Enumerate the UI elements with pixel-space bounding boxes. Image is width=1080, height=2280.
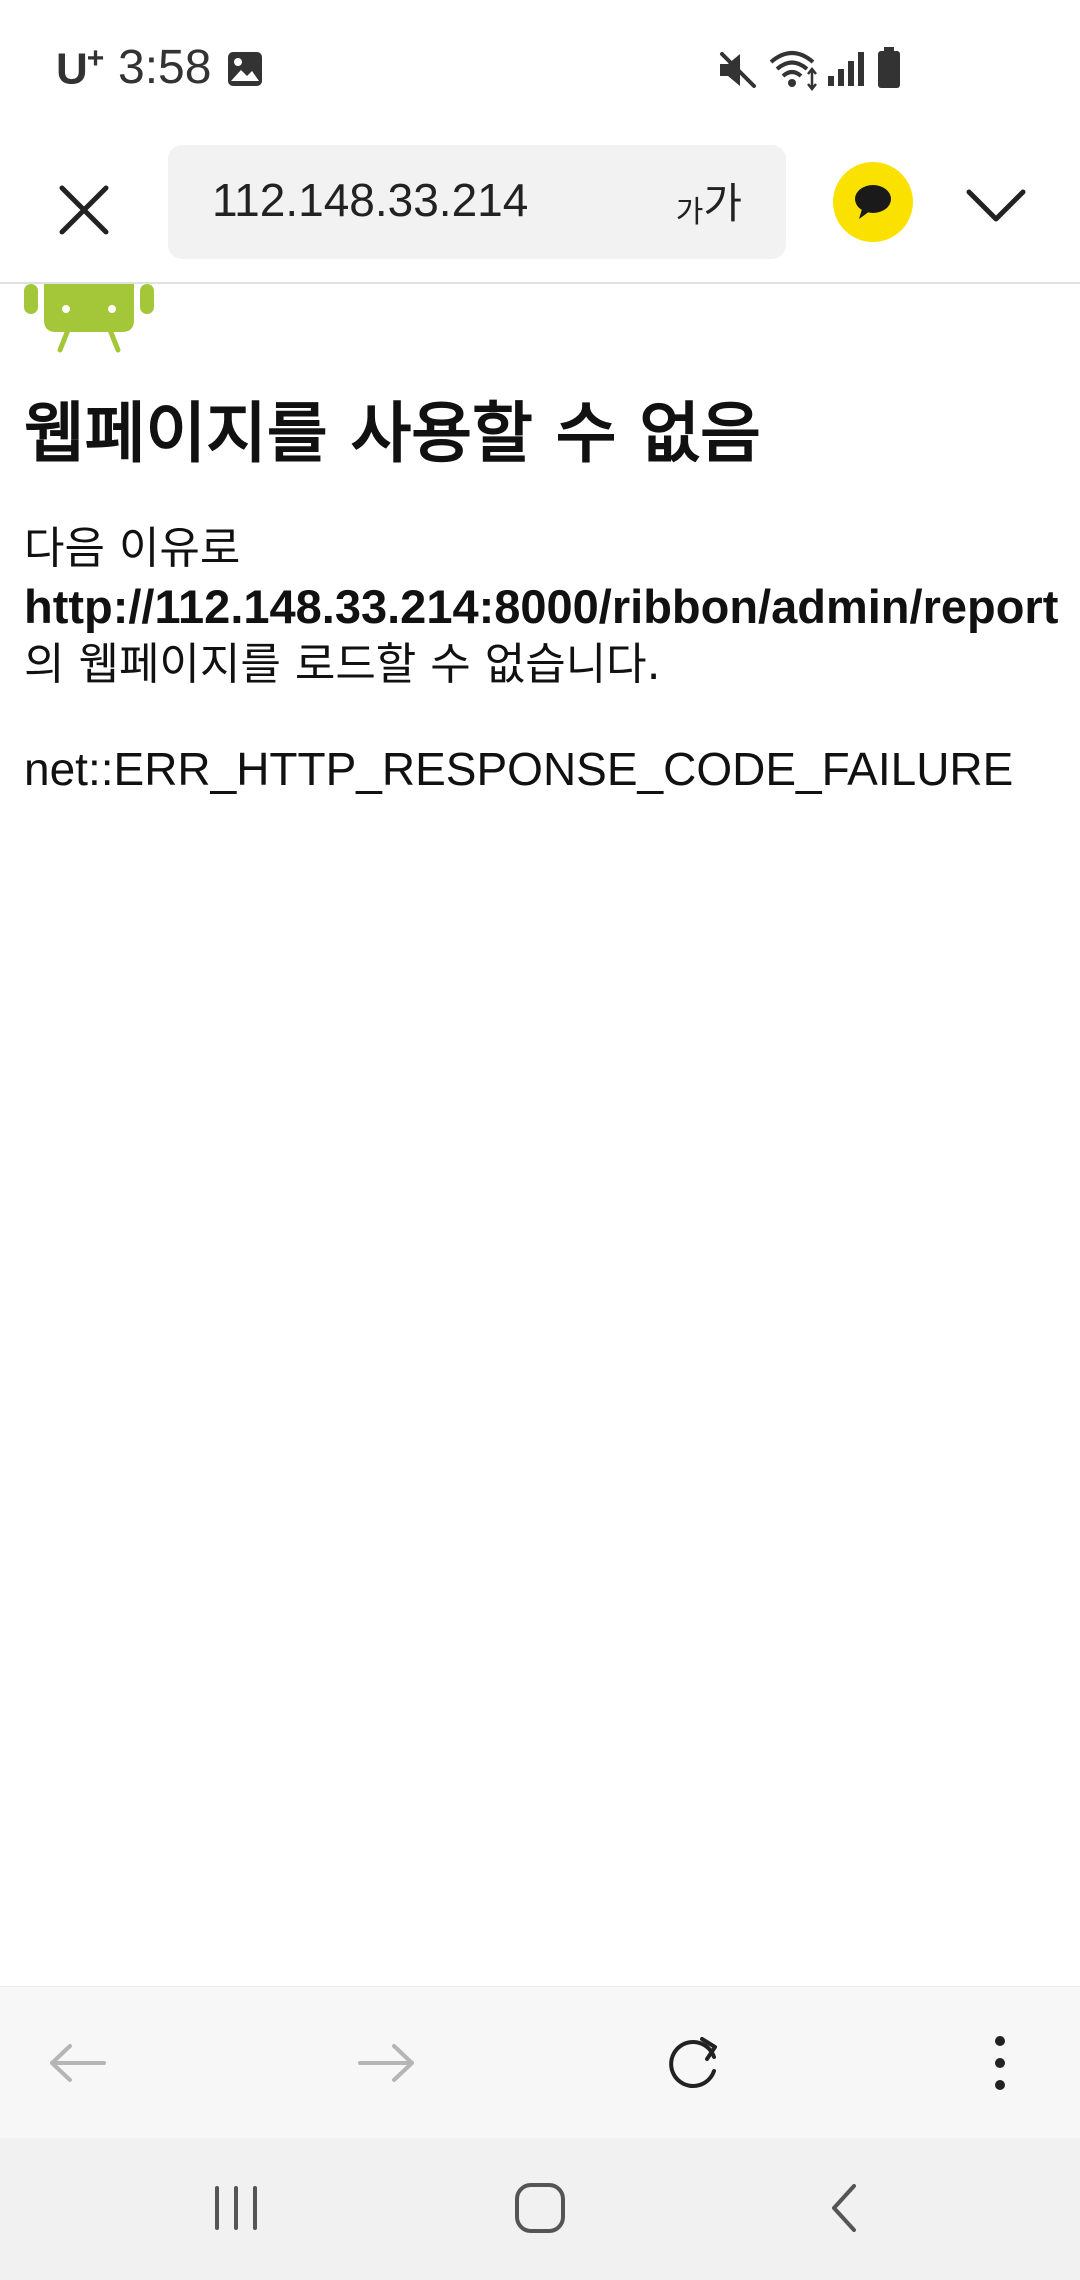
- recents-button[interactable]: [196, 2168, 276, 2248]
- browser-bottom-bar: [0, 1986, 1080, 2139]
- refresh-button[interactable]: [654, 2023, 734, 2103]
- browser-toolbar: 112.148.33.214 가가: [0, 140, 1080, 284]
- more-vert-icon: [995, 2036, 1005, 2090]
- page-content: 웹페이지를 사용할 수 없음 다음 이유로 http://112.148.33.…: [0, 284, 1080, 1986]
- more-options-button[interactable]: [960, 2023, 1040, 2103]
- url-text[interactable]: 112.148.33.214: [212, 173, 528, 227]
- wifi-icon: [769, 51, 817, 92]
- back-icon: [832, 2184, 856, 2232]
- home-icon: [515, 2183, 565, 2233]
- carrier-name: U: [56, 44, 88, 94]
- back-arrow-icon: [50, 2044, 106, 2082]
- system-back-button[interactable]: [804, 2168, 884, 2248]
- error-message: 의 웹페이지를 로드할 수 없습니다.: [24, 639, 661, 690]
- recents-icon: [215, 2186, 257, 2230]
- carrier-label: U+: [56, 42, 105, 95]
- close-button[interactable]: [44, 170, 124, 250]
- error-code: net::ERR_HTTP_RESPONSE_CODE_FAILURE: [24, 743, 1014, 795]
- speech-bubble-icon: [855, 185, 891, 219]
- home-button[interactable]: [500, 2168, 580, 2248]
- forward-button[interactable]: [346, 2023, 426, 2103]
- text-size-button[interactable]: 가가: [676, 171, 742, 231]
- error-title: 웹페이지를 사용할 수 없음: [24, 395, 761, 472]
- error-description: 다음 이유로 http://112.148.33.214:8000/ribbon…: [24, 520, 1058, 694]
- gallery-icon: [228, 52, 262, 86]
- address-bar[interactable]: 112.148.33.214 가가: [168, 145, 786, 259]
- carrier-plus: +: [86, 42, 105, 75]
- browser-screen: U+ 3:58 112.148.33.214 가 가 웹페이지를 사용할 수 없…: [0, 0, 1080, 2280]
- forward-arrow-icon: [358, 2044, 414, 2082]
- status-bar: U+ 3:58: [0, 0, 1080, 140]
- toolbar-expand-button[interactable]: [960, 170, 1032, 242]
- system-nav-bar: [0, 2138, 1080, 2280]
- close-icon: [59, 185, 109, 235]
- text-size-big-label: 가: [703, 179, 742, 228]
- kakao-talk-button[interactable]: [833, 162, 913, 242]
- back-button[interactable]: [38, 2023, 118, 2103]
- battery-icon: [878, 47, 900, 88]
- error-reason-label: 다음 이유로: [24, 523, 241, 574]
- status-time: 3:58: [118, 41, 212, 94]
- chevron-down-icon: [966, 189, 1026, 222]
- error-url: http://112.148.33.214:8000/ribbon/admin/…: [24, 580, 1059, 633]
- signal-icon: [828, 52, 864, 86]
- text-size-small-label: 가: [675, 195, 704, 230]
- android-logo-icon: [24, 284, 154, 353]
- refresh-icon: [669, 2037, 717, 2088]
- mute-icon: [720, 52, 756, 88]
